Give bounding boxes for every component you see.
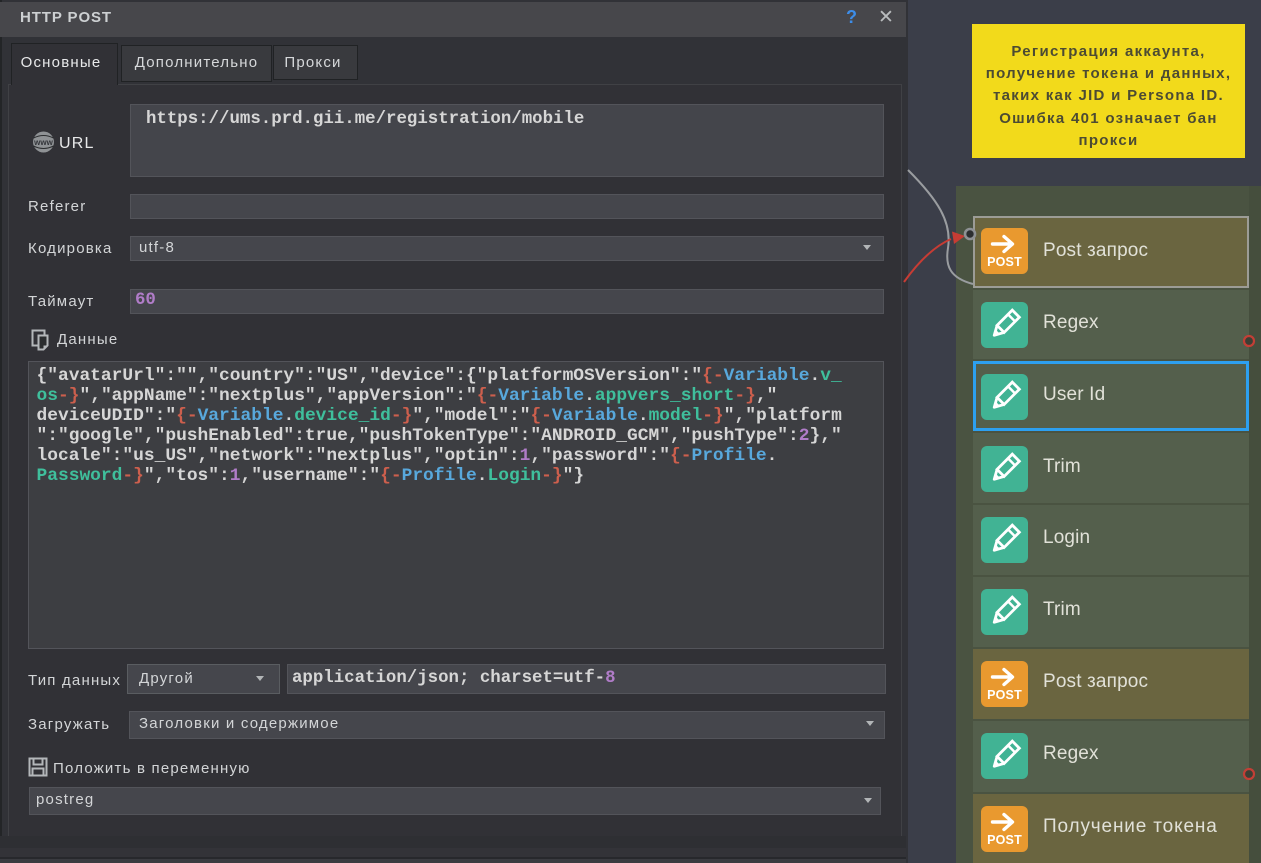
svg-text:www: www — [33, 138, 53, 147]
